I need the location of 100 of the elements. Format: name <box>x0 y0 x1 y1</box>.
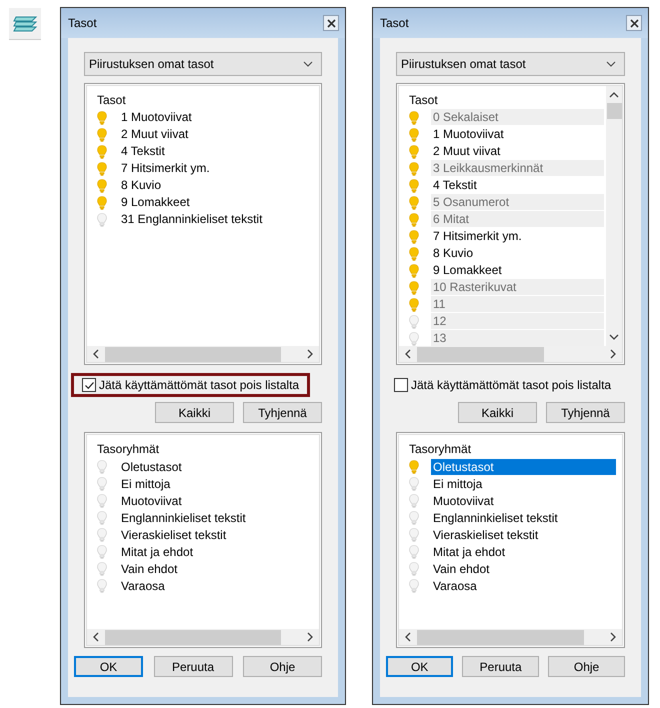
group-item[interactable]: Vain ehdot <box>431 560 616 576</box>
light-bulb-icon[interactable] <box>97 212 107 226</box>
group-item[interactable]: Mitat ja ehdot <box>119 544 313 560</box>
group-item[interactable]: Varaosa <box>119 578 313 594</box>
group-item[interactable]: Ei mittoja <box>119 476 313 492</box>
layers-icon[interactable] <box>9 8 41 40</box>
layer-item[interactable]: 8 Kuvio <box>431 245 604 262</box>
light-bulb-icon[interactable] <box>409 476 419 490</box>
light-bulb-icon[interactable] <box>97 162 107 176</box>
layer-item[interactable]: 9 Lomakkeet <box>119 194 317 211</box>
group-item[interactable]: Englanninkieliset tekstit <box>431 510 616 526</box>
close-button[interactable] <box>626 15 642 31</box>
dialog-button[interactable]: Peruuta <box>154 656 232 677</box>
layer-item[interactable]: 11 <box>431 296 604 313</box>
scroll-thumb[interactable] <box>606 103 622 119</box>
light-bulb-icon[interactable] <box>97 494 107 508</box>
light-bulb-icon[interactable] <box>97 144 107 158</box>
group-item[interactable]: Oletustasot <box>431 458 616 474</box>
layer-item[interactable]: 13 <box>431 330 604 346</box>
light-bulb-icon[interactable] <box>409 110 419 124</box>
layer-item[interactable]: 31 Englanninkieliset tekstit <box>119 211 317 228</box>
list-action-button[interactable]: Kaikki <box>155 402 234 423</box>
light-bulb-icon[interactable] <box>409 314 419 328</box>
layer-item[interactable]: 2 Muut viivat <box>119 126 317 143</box>
light-bulb-icon[interactable] <box>409 144 419 158</box>
light-bulb-icon[interactable] <box>97 476 107 490</box>
horizontal-scrollbar[interactable] <box>399 629 622 645</box>
layer-item[interactable]: 10 Rasterikuvat <box>431 279 604 296</box>
scroll-down-icon[interactable] <box>609 334 619 340</box>
light-bulb-icon[interactable] <box>409 544 419 558</box>
group-item[interactable]: Mitat ja ehdot <box>431 544 616 560</box>
layer-source-dropdown[interactable]: Piirustuksen omat tasot <box>396 52 625 76</box>
dialog-button[interactable]: OK <box>386 656 454 677</box>
dialog-button[interactable]: Ohje <box>548 656 625 677</box>
scroll-thumb[interactable] <box>105 346 281 362</box>
vertical-scrollbar[interactable] <box>606 86 622 346</box>
group-item[interactable]: Vieraskieliset tekstit <box>431 526 616 542</box>
light-bulb-icon[interactable] <box>97 196 107 210</box>
scroll-thumb[interactable] <box>417 630 584 644</box>
group-item[interactable]: Varaosa <box>431 578 616 594</box>
scroll-right-icon[interactable] <box>307 632 313 642</box>
light-bulb-icon[interactable] <box>97 528 107 542</box>
layer-item[interactable]: 7 Hitsimerkit ym. <box>119 160 317 177</box>
scroll-left-icon[interactable] <box>405 632 411 642</box>
light-bulb-icon[interactable] <box>409 230 419 244</box>
list-action-button[interactable]: Tyhjennä <box>546 402 625 423</box>
light-bulb-icon[interactable] <box>97 578 107 592</box>
light-bulb-icon[interactable] <box>409 178 419 192</box>
horizontal-scrollbar[interactable] <box>87 629 319 645</box>
dialog-button[interactable]: Peruuta <box>462 656 540 677</box>
horizontal-scrollbar[interactable] <box>399 346 622 362</box>
light-bulb-icon[interactable] <box>409 460 419 474</box>
hide-unused-checkbox[interactable]: Jätä käyttämättömät tasot pois listalta <box>394 378 612 392</box>
light-bulb-icon[interactable] <box>409 162 419 176</box>
group-item[interactable]: Ei mittoja <box>431 476 616 492</box>
light-bulb-icon[interactable] <box>97 562 107 576</box>
light-bulb-icon[interactable] <box>409 298 419 312</box>
light-bulb-icon[interactable] <box>409 264 419 278</box>
list-action-button[interactable]: Kaikki <box>458 402 537 423</box>
light-bulb-icon[interactable] <box>97 178 107 192</box>
group-item[interactable]: Muotoviivat <box>431 492 616 508</box>
light-bulb-icon[interactable] <box>409 510 419 524</box>
light-bulb-icon[interactable] <box>97 510 107 524</box>
layer-item[interactable]: 4 Tekstit <box>119 143 317 160</box>
scroll-right-icon[interactable] <box>307 349 313 359</box>
light-bulb-icon[interactable] <box>97 128 107 142</box>
scroll-right-icon[interactable] <box>610 349 616 359</box>
close-button[interactable] <box>323 15 339 31</box>
light-bulb-icon[interactable] <box>409 212 419 226</box>
layer-source-dropdown[interactable]: Piirustuksen omat tasot <box>84 52 322 76</box>
light-bulb-icon[interactable] <box>97 544 107 558</box>
light-bulb-icon[interactable] <box>409 196 419 210</box>
scroll-thumb[interactable] <box>417 346 544 362</box>
horizontal-scrollbar[interactable] <box>87 346 319 362</box>
group-item[interactable]: Oletustasot <box>119 458 313 474</box>
light-bulb-icon[interactable] <box>409 494 419 508</box>
light-bulb-icon[interactable] <box>97 460 107 474</box>
scroll-right-icon[interactable] <box>610 632 616 642</box>
light-bulb-icon[interactable] <box>409 246 419 260</box>
light-bulb-icon[interactable] <box>409 528 419 542</box>
light-bulb-icon[interactable] <box>97 110 107 124</box>
scroll-left-icon[interactable] <box>405 349 411 359</box>
layer-item[interactable]: 6 Mitat <box>431 211 604 228</box>
hide-unused-checkbox[interactable]: Jätä käyttämättömät tasot pois listalta <box>82 378 300 392</box>
light-bulb-icon[interactable] <box>409 128 419 142</box>
group-item[interactable]: Muotoviivat <box>119 492 313 508</box>
dialog-button[interactable]: OK <box>74 656 143 677</box>
layer-item[interactable]: 0 Sekalaiset <box>431 109 604 126</box>
layer-item[interactable]: 1 Muotoviivat <box>431 126 604 143</box>
layer-item[interactable]: 1 Muotoviivat <box>119 109 317 126</box>
list-action-button[interactable]: Tyhjennä <box>243 402 322 423</box>
group-item[interactable]: Vain ehdot <box>119 560 313 576</box>
layer-item[interactable]: 8 Kuvio <box>119 177 317 194</box>
layer-item[interactable]: 12 <box>431 313 604 330</box>
light-bulb-icon[interactable] <box>409 578 419 592</box>
light-bulb-icon[interactable] <box>409 280 419 294</box>
group-item[interactable]: Vieraskieliset tekstit <box>119 526 313 542</box>
scroll-thumb[interactable] <box>105 630 281 644</box>
group-item[interactable]: Englanninkieliset tekstit <box>119 510 313 526</box>
scroll-left-icon[interactable] <box>93 349 99 359</box>
